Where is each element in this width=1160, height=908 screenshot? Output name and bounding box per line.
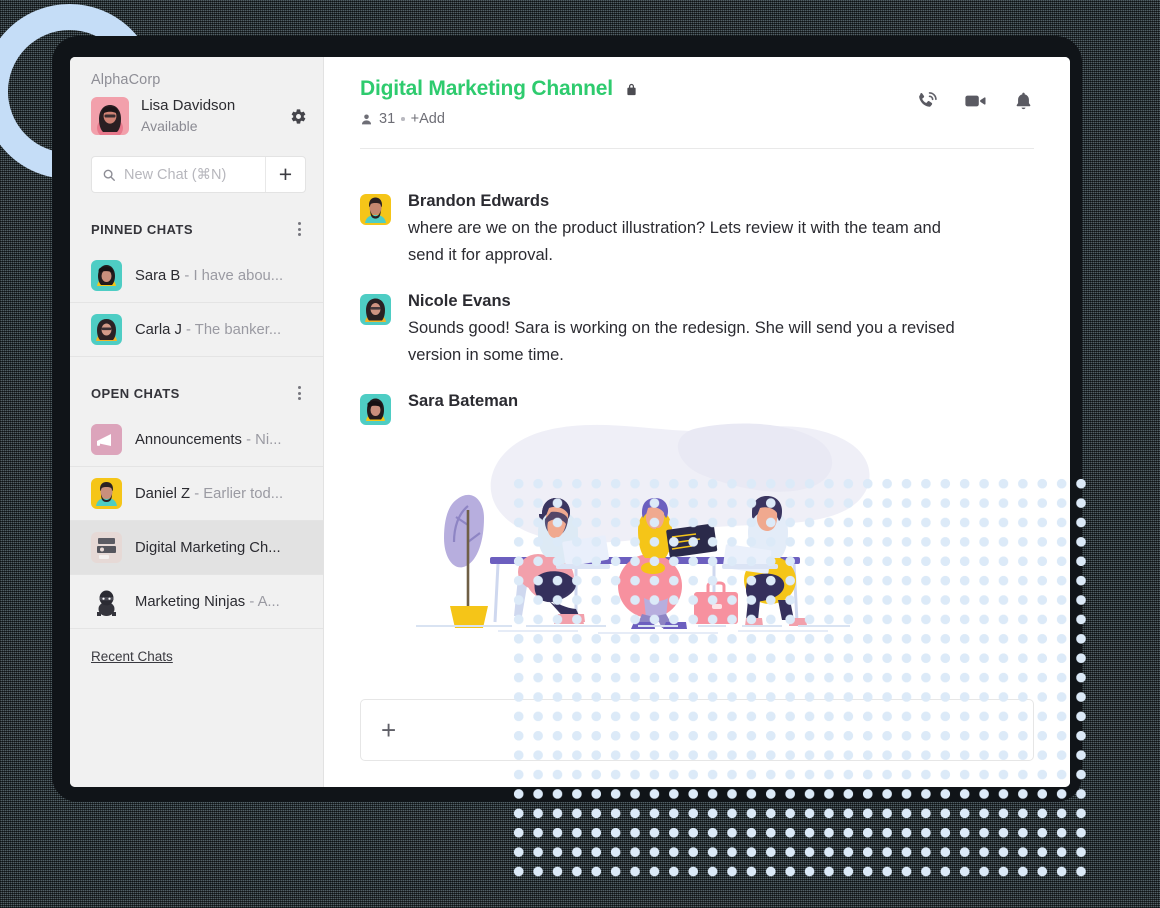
kebab-menu-icon[interactable]: [295, 219, 304, 239]
search-row: New Chat (⌘N) +: [91, 156, 306, 193]
decorative-dot-grid: [505, 470, 1087, 886]
member-count: 31: [379, 111, 396, 127]
avatar: [91, 260, 122, 291]
chat-name: Digital Marketing Ch...: [135, 539, 281, 556]
digital-marketing-avatar: [91, 532, 122, 563]
channel-header: Digital Marketing Channel 31 +Add: [360, 57, 1034, 127]
chat-name: Sara B: [135, 267, 181, 284]
call-icon[interactable]: [915, 90, 937, 112]
message-author: Sara Bateman: [408, 391, 519, 410]
carla-j-avatar: [91, 314, 122, 345]
channel-title-row: Digital Marketing Channel: [360, 77, 915, 101]
sidebar-item-label: Sara B - I have abou...: [135, 268, 283, 284]
search-input[interactable]: New Chat (⌘N): [92, 157, 265, 192]
search-icon: [103, 169, 115, 181]
avatar: [91, 586, 122, 617]
page-title: Digital Marketing Channel: [360, 77, 613, 100]
attach-button[interactable]: +: [381, 717, 396, 743]
message: Brandon Edwards where are we on the prod…: [360, 191, 1034, 269]
message: Nicole Evans Sounds good! Sara is workin…: [360, 291, 1034, 369]
avatar: [360, 393, 391, 425]
kebab-menu-icon[interactable]: [295, 383, 304, 403]
section-header-pinned: PINNED CHATS: [70, 193, 323, 249]
profile-text: Lisa Davidson Available: [141, 97, 290, 135]
chat-preview: - Ni...: [246, 431, 282, 448]
announcements-avatar: [91, 424, 122, 455]
gear-icon[interactable]: [290, 108, 307, 125]
section-header-open: OPEN CHATS: [70, 357, 323, 413]
chat-preview: - The banker...: [186, 321, 282, 338]
sidebar-item-label: Marketing Ninjas - A...: [135, 594, 280, 610]
avatar: [360, 293, 391, 325]
user-profile[interactable]: Lisa Davidson Available: [70, 88, 323, 135]
avatar: [91, 314, 122, 345]
sidebar-item-carla-j[interactable]: Carla J - The banker...: [70, 303, 323, 357]
org-name: AlphaCorp: [91, 72, 161, 88]
video-icon[interactable]: [963, 89, 987, 113]
channel-meta: 31 +Add: [360, 111, 915, 127]
sidebar-item-digital-marketing-channel[interactable]: Digital Marketing Ch...: [70, 521, 323, 575]
message-body: Brandon Edwards where are we on the prod…: [408, 191, 1034, 269]
marketing-ninjas-avatar: [91, 586, 122, 617]
search-placeholder: New Chat (⌘N): [124, 166, 227, 183]
avatar: [91, 97, 129, 135]
sidebar-item-announcements[interactable]: Announcements - Ni...: [70, 413, 323, 467]
sidebar-item-label: Daniel Z - Earlier tod...: [135, 486, 283, 502]
message-text: Sounds good! Sara is working on the rede…: [408, 319, 955, 365]
chat-name: Marketing Ninjas: [135, 593, 246, 610]
person-icon: [361, 114, 372, 124]
sara-bateman-avatar: [360, 393, 391, 425]
sidebar-item-sara-b[interactable]: Sara B - I have abou...: [70, 249, 323, 303]
profile-name: Lisa Davidson: [141, 97, 236, 115]
sidebar-item-label: Carla J - The banker...: [135, 322, 281, 338]
message-author: Nicole Evans: [408, 291, 511, 310]
sara-b-avatar: [91, 260, 122, 291]
avatar: [91, 478, 122, 509]
chat-name: Carla J: [135, 321, 182, 338]
section-title: OPEN CHATS: [91, 385, 180, 401]
bell-icon[interactable]: [1013, 90, 1034, 112]
daniel-z-avatar: [91, 478, 122, 509]
avatar: [91, 532, 122, 563]
sidebar: AlphaCorp Lisa Davidson Available New Ch…: [70, 57, 324, 787]
recent-chats-link[interactable]: Recent Chats: [70, 629, 323, 664]
lock-icon: [627, 83, 636, 95]
sidebar-item-marketing-ninjas[interactable]: Marketing Ninjas - A...: [70, 575, 323, 629]
chat-name: Announcements: [135, 431, 242, 448]
message-body: Nicole Evans Sounds good! Sara is workin…: [408, 291, 1034, 369]
section-title: PINNED CHATS: [91, 221, 193, 237]
add-member-button[interactable]: +Add: [411, 111, 445, 127]
header-actions: [915, 77, 1034, 113]
sidebar-item-label: Announcements - Ni...: [135, 432, 281, 448]
sidebar-item-label: Digital Marketing Ch...: [135, 540, 281, 556]
chat-preview: - I have abou...: [184, 267, 284, 284]
lisa-davidson-avatar: [91, 97, 129, 135]
chat-preview: - Earlier tod...: [194, 485, 284, 502]
avatar: [91, 424, 122, 455]
meta-separator-dot: [401, 117, 405, 121]
brandon-edwards-avatar: [360, 194, 391, 225]
chat-name: Daniel Z: [135, 485, 191, 502]
message-author: Brandon Edwards: [408, 192, 550, 210]
channel-header-left: Digital Marketing Channel 31 +Add: [360, 77, 915, 127]
nicole-evans-avatar: [360, 293, 391, 325]
profile-status: Available: [141, 117, 198, 134]
new-chat-button[interactable]: +: [265, 157, 305, 192]
avatar: [360, 194, 391, 225]
sidebar-item-daniel-z[interactable]: Daniel Z - Earlier tod...: [70, 467, 323, 521]
chat-preview: - A...: [249, 593, 280, 610]
message-text: where are we on the product illustration…: [408, 219, 941, 265]
